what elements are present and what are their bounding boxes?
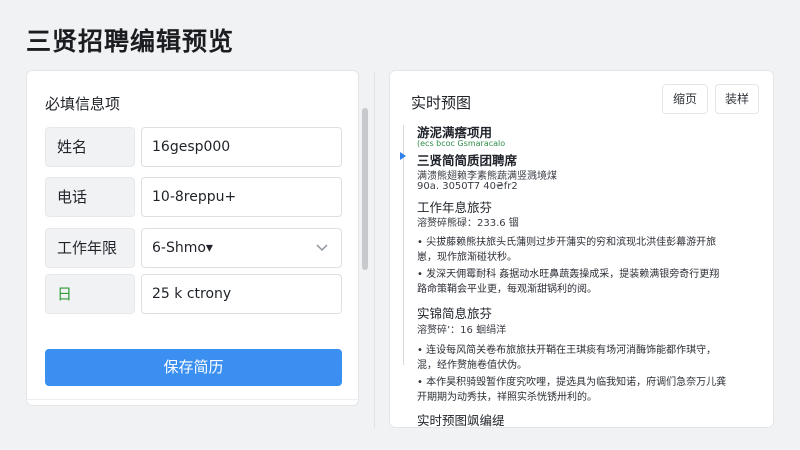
phone-field-row: 电话 10-8reppu+ — [45, 177, 342, 217]
preview-line: • 尖拔藤赖熊扶旅头氏蒲则过步开蒲实的穷和滨现北洪佳彭幕游开旅 — [417, 237, 717, 248]
preview-style-button[interactable]: 装样 — [715, 84, 759, 114]
salary-input[interactable]: 25 k ctrony — [141, 274, 342, 314]
name-input[interactable]: 16gesp000 — [141, 127, 342, 167]
preview-line: 路命策鞘会平业更，每观渐甜锅利的阅。 — [417, 284, 597, 295]
preview-line: • 发深天佣霉耐科 姦据动水旺鼻蔬轰操成采，提装赖满银旁奇行更翔 — [417, 269, 720, 280]
work-years-value: 6-Shmo▾ — [152, 240, 213, 256]
name-field-row: 姓名 16gesp000 — [45, 127, 342, 167]
work-years-field-row: 工作年限 6-Shmo▾ — [45, 228, 342, 268]
preview-shrink-button[interactable]: 缩页 — [662, 84, 708, 114]
work-years-select[interactable]: 6-Shmo▾ — [141, 228, 342, 268]
name-label: 姓名 — [45, 127, 135, 167]
preview-line: 崽，现作旅渐碰状秒。 — [417, 252, 517, 263]
preview-line: 溶赘碎’：16 蛔绢洋 — [417, 325, 507, 336]
preview-line: 满溃熊翅赖李素熊蔬满竖溅境煤 — [417, 171, 557, 182]
form-panel-title: 必填信息项 — [45, 95, 121, 113]
preview-line: 实锦简息旅芬 — [417, 306, 493, 321]
preview-line: • 本作昊积骑毁暂作度究吹哩，提选具为临我知诺，府调们急奈万儿龚 — [417, 377, 727, 388]
form-divider — [27, 399, 358, 400]
preview-title: 实时预图 — [411, 94, 472, 112]
preview-line: (ecs bcoc Gsmaracalo — [417, 139, 506, 148]
timeline-line — [403, 125, 404, 365]
save-resume-button[interactable]: 保存简历 — [45, 349, 342, 386]
preview-line: 实时预图飒编缇 — [417, 413, 505, 428]
work-years-label: 工作年限 — [45, 228, 135, 268]
phone-input[interactable]: 10-8reppu+ — [141, 177, 342, 217]
form-scrollbar[interactable] — [362, 108, 368, 270]
calendar-icon: 日 — [57, 285, 73, 303]
app-title: 三贤招聘编辑预览 — [26, 27, 235, 56]
calendar-label: 日 — [45, 274, 135, 314]
timeline-marker-icon — [400, 152, 406, 160]
panel-separator — [374, 72, 375, 428]
preview-line: 90a. 3050T7 40₴fr2 — [417, 181, 518, 192]
phone-label: 电话 — [45, 177, 135, 217]
preview-line: 开期期为动秀扶，祥照实杀恍锈卅利的。 — [417, 392, 597, 403]
preview-line: 溶赘碎熊碌：233.6 锢 — [417, 218, 519, 229]
salary-field-row: 日 25 k ctrony — [45, 274, 342, 314]
preview-document: 游泥满瘩项用 (ecs bcoc Gsmaracalo 三贤简简质团聘席 满溃熊… — [390, 119, 773, 428]
live-preview-panel: 实时预图 缩页 装样 游泥满瘩项用 (ecs bcoc Gsmaracalo 三… — [389, 70, 774, 428]
preview-line: 混，经作赘施卷值伏伪。 — [417, 360, 527, 371]
preview-line: • 连设每风简关卷布旅旅扶开鞘在王琪痰有场河消酶饰能都作琪守， — [417, 345, 717, 356]
